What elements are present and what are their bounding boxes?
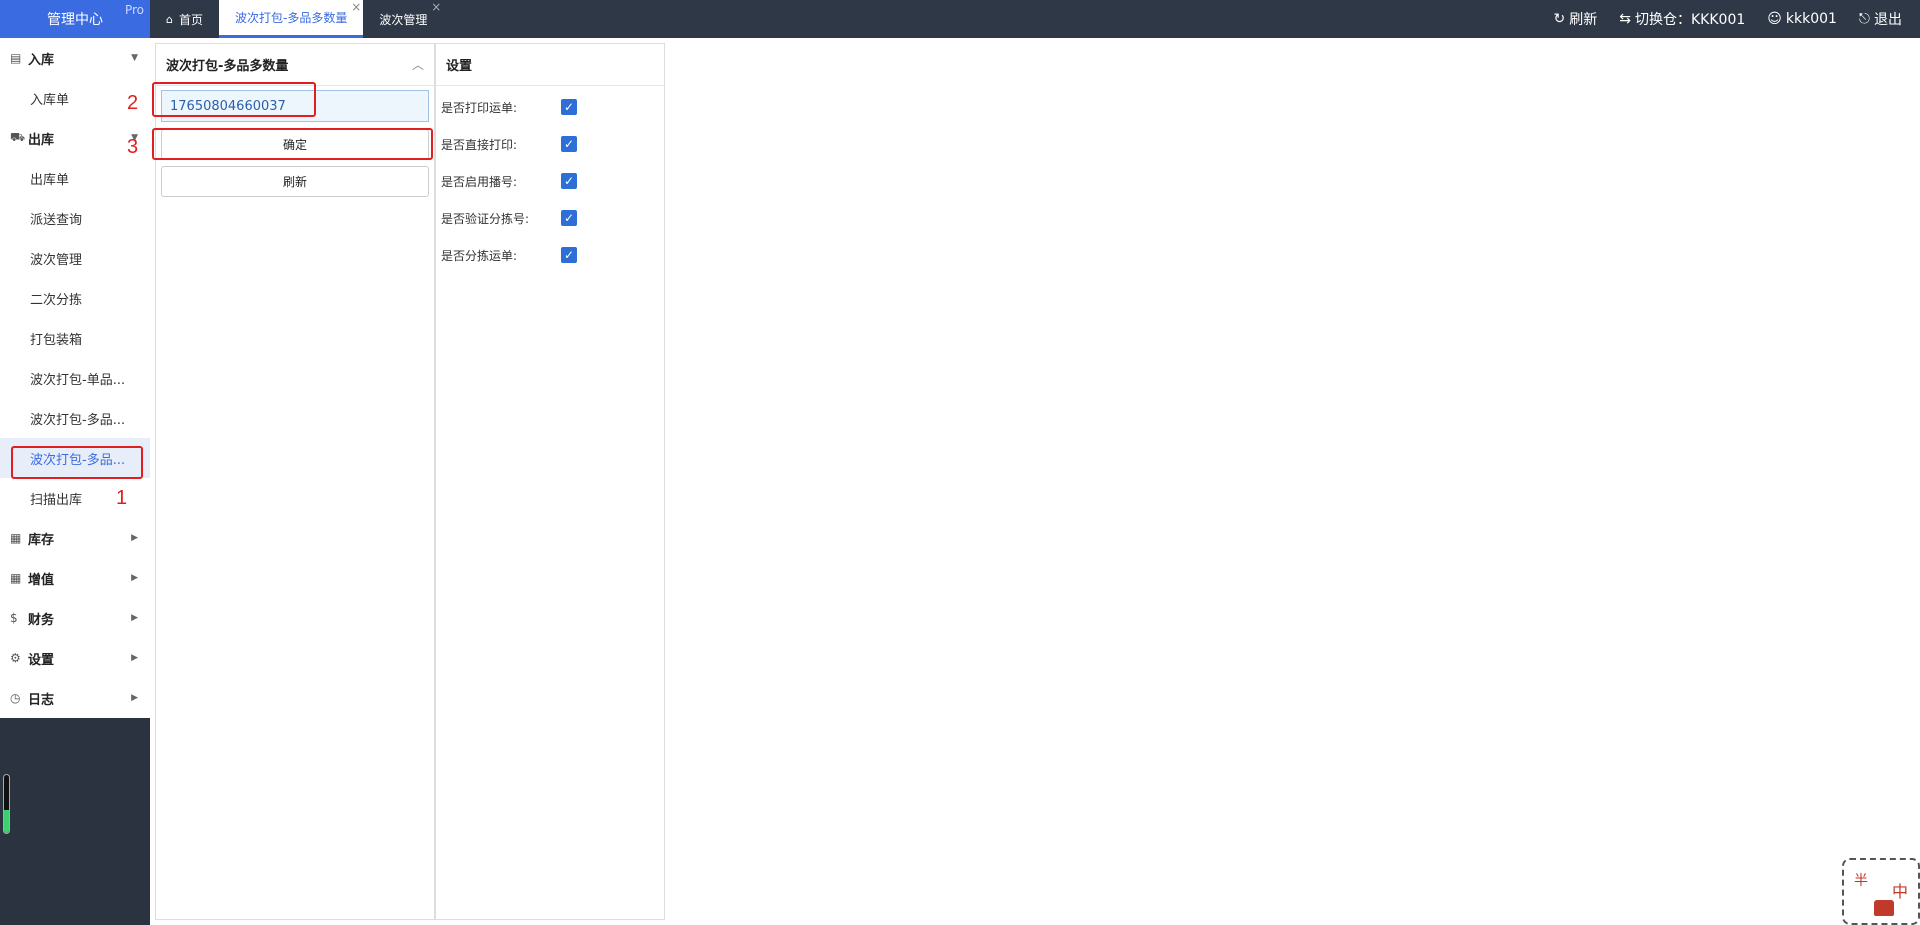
wave-pack-panel: 波次打包-多品多数量 ︿ 确定 刷新 [155, 43, 435, 920]
shirt-icon [1874, 900, 1894, 916]
close-icon[interactable]: × [351, 0, 361, 14]
setting-print-waybill: 是否打印运单: ✓ [441, 97, 577, 117]
group-label: 增值 [28, 572, 55, 588]
sidebar: ▤ 入库 ▼ 入库单 ⛟ 出库 ▼ 出库单 派送查询 波次管理 二次分拣 打包装… [0, 38, 150, 925]
refresh-button[interactable]: ↻ 刷新 [1554, 9, 1598, 29]
tab-bar: ⌂ 首页 波次打包-多品多数量 × 波次管理 × [150, 0, 443, 38]
setting-enable-broadcast: 是否启用播号: ✓ [441, 171, 577, 191]
group-label: 出库 [28, 132, 55, 148]
chevron-right-icon: ▶ [131, 653, 138, 663]
tab-home[interactable]: ⌂ 首页 [150, 0, 219, 38]
group-label: 财务 [28, 612, 55, 628]
sidebar-item-delivery-query[interactable]: 派送查询 [0, 198, 150, 238]
pro-badge: Pro [124, 3, 144, 17]
sidebar-group-value-added[interactable]: ▦ 增值 ▶ [0, 558, 150, 598]
user-icon: ☺ [1767, 11, 1782, 27]
switch-icon: ⇆ [1619, 11, 1631, 27]
group-label: 日志 [28, 692, 55, 708]
sidebar-item-wave-pack-single[interactable]: 波次打包-单品... [0, 358, 150, 398]
setting-verify-sort-number: 是否验证分拣号: ✓ [441, 208, 577, 228]
inbox-icon: ▤ [10, 51, 22, 65]
status-gauge [3, 774, 10, 834]
widget-text: 半 [1854, 873, 1868, 889]
setting-label: 是否分拣运单: [441, 248, 518, 263]
logout-label: 退出 [1874, 12, 1902, 28]
annotation-box-1 [11, 446, 143, 479]
chevron-right-icon: ▶ [131, 693, 138, 703]
chevron-down-icon: ▼ [131, 53, 138, 63]
checkbox-checked-icon[interactable]: ✓ [561, 210, 577, 226]
logout-icon: ⎋ [1858, 11, 1870, 27]
group-label: 设置 [28, 652, 55, 668]
truck-icon: ⛟ [10, 130, 26, 144]
sidebar-item-packing[interactable]: 打包装箱 [0, 318, 150, 358]
brand-title: 管理中心 [47, 12, 103, 28]
cubes-icon: ▦ [10, 531, 22, 545]
setting-label: 是否验证分拣号: [441, 211, 530, 226]
sidebar-group-log[interactable]: ◷ 日志 ▶ [0, 678, 150, 718]
setting-direct-print: 是否直接打印: ✓ [441, 134, 577, 154]
chevron-right-icon: ▶ [131, 613, 138, 623]
tab-wave-pack-multi[interactable]: 波次打包-多品多数量 × [219, 0, 364, 38]
sidebar-group-settings[interactable]: ⚙ 设置 ▶ [0, 638, 150, 678]
chevron-right-icon: ▶ [131, 573, 138, 583]
sidebar-group-inventory[interactable]: ▦ 库存 ▶ [0, 518, 150, 558]
collapse-icon[interactable]: ︿ [412, 56, 424, 73]
brand[interactable]: 管理中心 Pro [0, 0, 150, 38]
top-bar: 管理中心 Pro ⌂ 首页 波次打包-多品多数量 × 波次管理 × ↻ 刷新 ⇆… [0, 0, 1920, 38]
panel-title: 波次打包-多品多数量 [166, 59, 289, 74]
group-label: 入库 [28, 52, 55, 68]
checkbox-checked-icon[interactable]: ✓ [561, 99, 577, 115]
tab-label: 波次管理 [379, 12, 428, 27]
setting-label: 是否打印运单: [441, 100, 518, 115]
annotation-box-3 [152, 128, 433, 160]
close-icon[interactable]: × [431, 0, 441, 14]
annotation-number-1: 1 [116, 487, 128, 509]
refresh-icon: ↻ [1553, 11, 1566, 27]
annotation-number-3: 3 [127, 136, 139, 158]
panel-header: 波次打包-多品多数量 ︿ [156, 44, 434, 86]
widget-text: 中 [1892, 882, 1909, 901]
checkbox-checked-icon[interactable]: ✓ [561, 247, 577, 263]
annotation-number-2: 2 [127, 92, 139, 114]
gauge-fill [4, 809, 9, 833]
clock-icon: ◷ [10, 691, 21, 705]
refresh-label: 刷新 [1569, 12, 1598, 28]
sidebar-item-outbound-order[interactable]: 出库单 [0, 158, 150, 198]
chevron-right-icon: ▶ [131, 533, 138, 543]
sidebar-item-wave-pack-multi-1[interactable]: 波次打包-多品... [0, 398, 150, 438]
gears-icon: ⚙ [10, 651, 21, 665]
settings-title: 设置 [436, 44, 664, 86]
user-label: kkk001 [1785, 11, 1837, 27]
switch-warehouse-label: 切换仓：KKK001 [1635, 12, 1746, 28]
dollar-icon: $ [10, 611, 18, 625]
refresh-panel-button[interactable]: 刷新 [161, 166, 429, 197]
setting-label: 是否直接打印: [441, 137, 518, 152]
annotation-box-2 [152, 82, 316, 117]
tab-label: 首页 [178, 12, 203, 27]
sidebar-group-inbound[interactable]: ▤ 入库 ▼ [0, 38, 150, 78]
sidebar-item-secondary-sort[interactable]: 二次分拣 [0, 278, 150, 318]
grid-icon: ▦ [10, 571, 22, 585]
checkbox-checked-icon[interactable]: ✓ [561, 173, 577, 189]
setting-label: 是否启用播号: [441, 174, 518, 189]
switch-warehouse-button[interactable]: ⇆ 切换仓：KKK001 [1619, 9, 1745, 29]
sidebar-item-scan-outbound[interactable]: 扫描出库 [0, 478, 150, 518]
sidebar-item-wave-management[interactable]: 波次管理 [0, 238, 150, 278]
checkbox-checked-icon[interactable]: ✓ [561, 136, 577, 152]
group-label: 库存 [28, 532, 55, 548]
user-menu[interactable]: ☺ kkk001 [1767, 11, 1837, 27]
floating-widget[interactable]: 半 中 [1842, 858, 1920, 925]
sidebar-group-finance[interactable]: $ 财务 ▶ [0, 598, 150, 638]
tab-wave-management[interactable]: 波次管理 × [363, 0, 443, 38]
header-actions: ↻ 刷新 ⇆ 切换仓：KKK001 ☺ kkk001 ⎋ 退出 [1554, 0, 1902, 38]
home-icon: ⌂ [166, 12, 173, 26]
setting-sort-waybill: 是否分拣运单: ✓ [441, 245, 577, 265]
logout-button[interactable]: ⎋ 退出 [1859, 9, 1902, 29]
tab-label: 波次打包-多品多数量 [235, 11, 348, 25]
settings-panel: 设置 是否打印运单: ✓ 是否直接打印: ✓ 是否启用播号: ✓ 是否验证分拣号… [435, 43, 665, 920]
